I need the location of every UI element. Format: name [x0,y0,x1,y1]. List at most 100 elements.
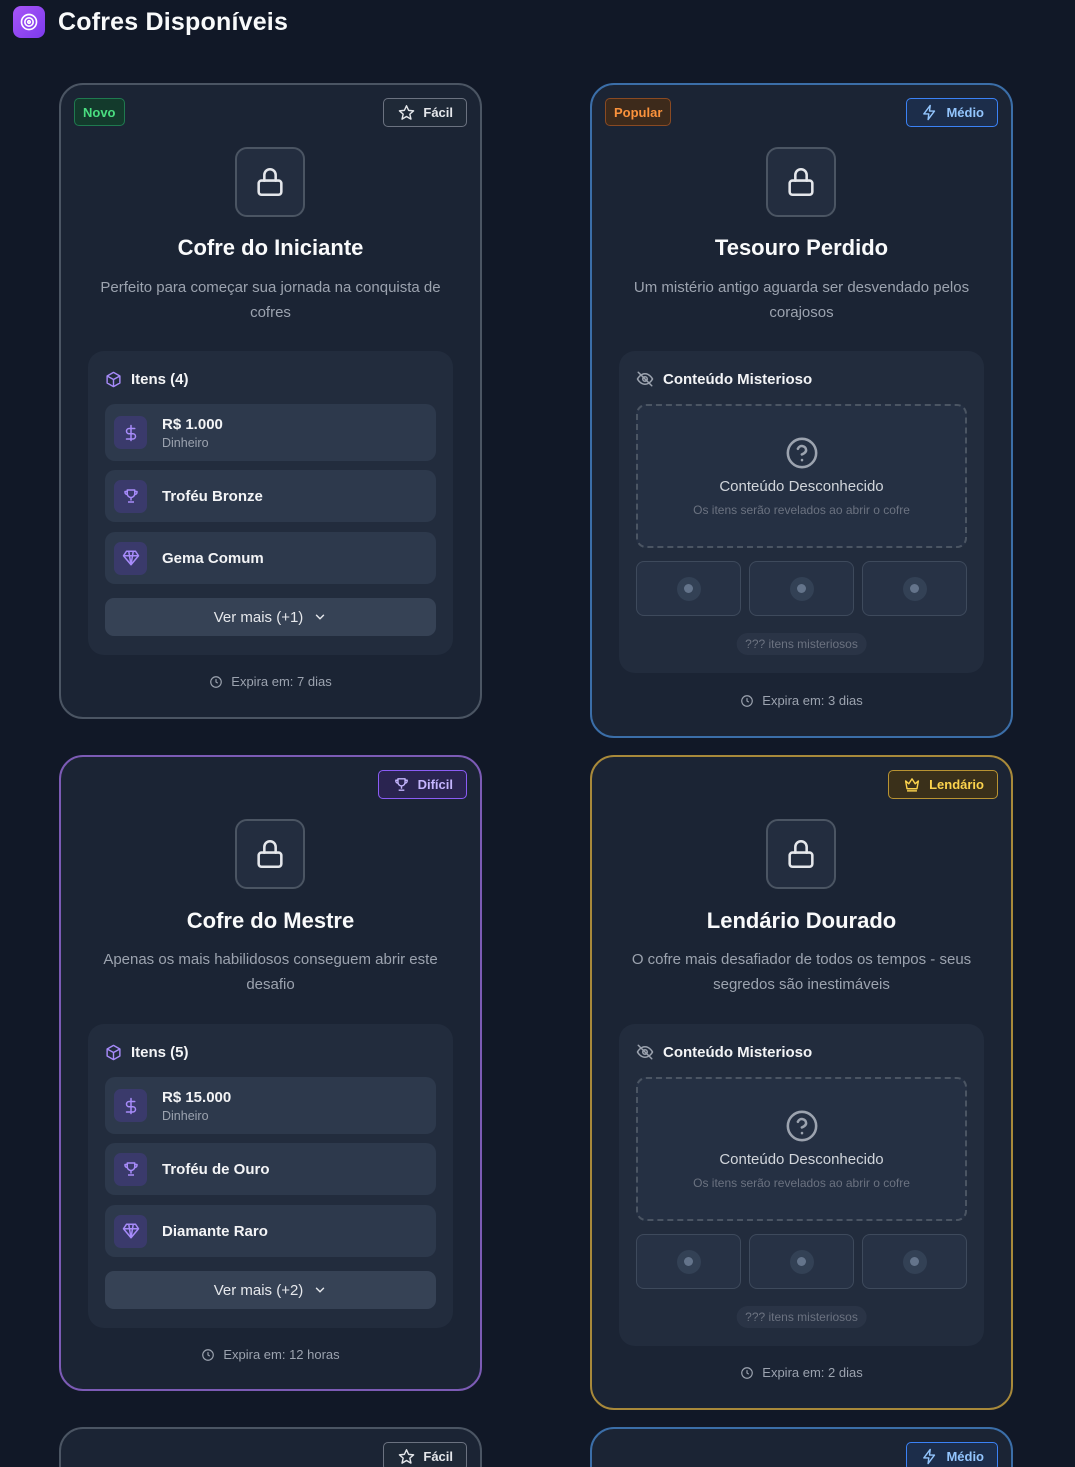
mystery-slot [636,1234,741,1289]
eye-off-icon [636,371,654,387]
card-title: Tesouro Perdido [714,235,889,260]
expiry-info: Expira em: 7 dias [61,674,480,689]
clock-icon [210,675,223,688]
gem-icon [114,541,147,575]
chevron-down-icon [316,1287,325,1293]
difficulty-label: Difícil [417,777,453,792]
mystery-slots [636,1234,967,1289]
popular-badge: Popular [605,98,672,126]
card-title: Lendário Dourado [706,908,897,933]
lock-icon [235,819,305,889]
difficulty-badge: Médio [906,98,998,127]
difficulty-label: Lendário [929,777,984,792]
mystery-slot [749,1234,854,1289]
lock-icon [766,819,836,889]
trophy-icon [394,778,408,791]
mystery-panel: Conteúdo Misterioso Conteúdo Desconhecid… [619,351,984,673]
lock-icon [235,147,305,217]
see-more-button[interactable]: Ver mais (+2) [105,1271,436,1309]
see-more-label: Ver mais (+2) [213,1281,304,1299]
difficulty-label: Fácil [423,1449,453,1464]
box-icon [106,371,121,387]
mystery-header: Conteúdo Misterioso [636,1041,812,1063]
expiry-info: Expira em: 12 horas [61,1347,480,1362]
crown-icon [905,778,920,792]
card-description: Um mistério antigo aguarda ser desvendad… [633,279,970,321]
items-header: Itens (5) [105,1041,189,1063]
items-panel: Itens (5) R$ 15.000 Dinheiro Troféu de Ou… [88,1024,453,1328]
see-more-label: Ver mais (+1) [213,608,304,626]
clock-icon [202,1348,215,1361]
dollar-icon [114,1089,147,1122]
new-badge: Novo [74,98,125,126]
mystery-slot [862,561,967,616]
trophy-icon [114,1152,147,1186]
gem-icon [114,1214,147,1248]
vault-card-iniciante[interactable]: Novo Fácil Cofre do Iniciante Perfeito p… [59,83,482,719]
item-name: Gema Comum [162,549,264,567]
vault-card-tesouro[interactable]: Popular Médio Tesouro Perdido Um mistéri… [590,83,1013,738]
box-icon [106,1044,121,1060]
expiry-info: Expira em: 3 dias [592,693,1011,708]
list-item[interactable]: R$ 1.000 Dinheiro [105,404,436,461]
mystery-title: Conteúdo Desconhecido [719,1150,884,1168]
card-description: Apenas os mais habilidosos conseguem abr… [103,951,438,993]
items-header: Itens (4) [105,368,189,390]
items-panel: Itens (4) R$ 1.000 Dinheiro Troféu Bronze… [88,351,453,655]
list-item[interactable]: Diamante Raro [105,1205,436,1257]
mystery-count: ??? itens misteriosos [736,633,867,655]
card-title: Cofre do Mestre [186,908,355,933]
see-more-button[interactable]: Ver mais (+1) [105,598,436,636]
question-icon [786,1110,817,1141]
mystery-content-box: Conteúdo Desconhecido Os itens serão rev… [636,1077,967,1221]
list-item[interactable]: R$ 15.000 Dinheiro [105,1077,436,1134]
item-name: Diamante Raro [162,1222,268,1240]
target-icon [13,6,45,38]
item-name: Troféu de Ouro [162,1160,270,1178]
item-name: Troféu Bronze [162,487,263,505]
difficulty-badge: Difícil [377,770,467,799]
card-description: Perfeito para começar sua jornada na con… [100,279,441,321]
difficulty-badge: Lendário [888,770,998,799]
mystery-panel: Conteúdo Misterioso Conteúdo Desconhecid… [619,1024,984,1346]
chevron-down-icon [316,614,325,620]
expiry-info: Expira em: 2 dias [592,1365,1011,1380]
item-name: R$ 1.000 [162,415,223,433]
vault-card-partial[interactable]: Médio [590,1427,1013,1467]
item-type: Dinheiro [162,1108,209,1123]
difficulty-badge: Fácil [383,1442,467,1467]
page-title: Cofres Disponíveis [58,7,289,36]
mystery-content-box: Conteúdo Desconhecido Os itens serão rev… [636,404,967,548]
star-icon [399,105,415,120]
list-item[interactable]: Gema Comum [105,532,436,584]
difficulty-label: Médio [946,1449,984,1464]
vault-card-lendario[interactable]: Lendário Lendário Dourado O cofre mais d… [590,755,1013,1410]
page-header: Cofres Disponíveis [13,5,288,39]
dollar-icon [114,416,147,449]
list-item[interactable]: Troféu Bronze [105,470,436,522]
trophy-icon [114,479,147,513]
mystery-count: ??? itens misteriosos [736,1306,867,1328]
star-icon [399,1449,415,1464]
mystery-header: Conteúdo Misterioso [636,368,812,390]
item-type: Dinheiro [162,435,209,450]
difficulty-badge: Médio [906,1442,998,1467]
item-name: R$ 15.000 [162,1088,232,1106]
difficulty-badge: Fácil [383,98,467,127]
clock-icon [741,694,754,707]
vault-card-partial[interactable]: Fácil [59,1427,482,1467]
mystery-subtitle: Os itens serão revelados ao abrir o cofr… [693,1175,910,1190]
mystery-slots [636,561,967,616]
vault-card-mestre[interactable]: Difícil Cofre do Mestre Apenas os mais h… [59,755,482,1391]
lock-icon [766,147,836,217]
mystery-subtitle: Os itens serão revelados ao abrir o cofr… [693,502,910,517]
card-title: Cofre do Iniciante [177,235,364,260]
question-icon [786,437,817,468]
difficulty-label: Médio [946,105,984,120]
mystery-title: Conteúdo Desconhecido [719,477,884,495]
lightning-icon [923,1448,936,1465]
mystery-slot [749,561,854,616]
lightning-icon [923,104,936,121]
list-item[interactable]: Troféu de Ouro [105,1143,436,1195]
clock-icon [741,1366,754,1379]
